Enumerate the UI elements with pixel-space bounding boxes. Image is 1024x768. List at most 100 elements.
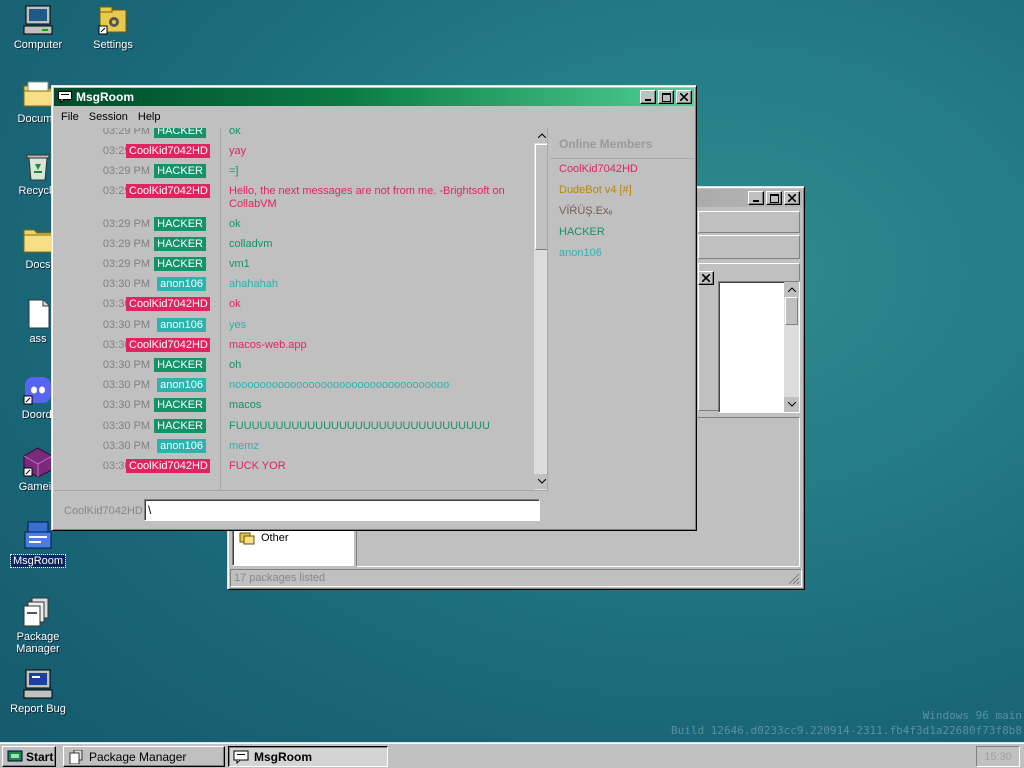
author-badge: CoolKid7042HD xyxy=(126,338,210,352)
task-msgroom[interactable]: MsgRoom xyxy=(228,746,388,767)
desktop-icon-label: Settings xyxy=(93,39,133,51)
author-badge: anon106 xyxy=(157,318,206,332)
desktop-icon-label: Docs xyxy=(25,259,51,271)
chat-log[interactable]: 03:29 PMHACKERok03:29 PMCoolKid7042HDyay… xyxy=(54,128,548,490)
maximize-button[interactable] xyxy=(658,90,674,104)
package-toolbar-row xyxy=(698,235,800,259)
msgroom-titlebar[interactable]: MsgRoom xyxy=(54,88,694,106)
message-author[interactable]: HACKER xyxy=(126,164,210,178)
author-badge: CoolKid7042HD xyxy=(126,144,210,158)
menu-help[interactable]: Help xyxy=(133,111,166,123)
message-author[interactable]: HACKER xyxy=(126,398,210,412)
desktop-icon-label: ass xyxy=(29,333,47,345)
message-author[interactable]: CoolKid7042HD xyxy=(126,459,210,473)
scroll-thumb[interactable] xyxy=(535,144,547,250)
message-author[interactable]: CoolKid7042HD xyxy=(126,184,210,198)
message-text: nooooooooooooooooooooooooooooooooooo xyxy=(229,379,450,391)
online-members-title: Online Members xyxy=(550,128,694,159)
watermark-line: Build 12646.d0233cc9.220914-2311.fb4f3d1… xyxy=(671,724,1022,737)
message-text: ok xyxy=(229,298,241,310)
chat-scrollbar[interactable] xyxy=(534,128,547,490)
scroll-up-button[interactable] xyxy=(534,128,547,143)
msgroom-body: 03:29 PMHACKERok03:29 PMCoolKid7042HDyay… xyxy=(54,128,694,528)
clock-text: 15:30 xyxy=(984,750,1012,763)
desktop: Computer Settings Docume Recycle Docs as… xyxy=(0,0,1024,742)
chat-divider xyxy=(220,128,221,490)
message-author[interactable]: HACKER xyxy=(126,217,210,231)
list-item[interactable]: Other xyxy=(239,531,289,545)
message-author[interactable]: anon106 xyxy=(126,318,210,332)
message-text: ok xyxy=(229,218,241,230)
desktop-icon-settings[interactable]: Settings xyxy=(75,4,151,51)
status-bar: 17 packages listed xyxy=(230,569,802,587)
task-label: Package Manager xyxy=(89,749,187,764)
msgroom-icon xyxy=(22,520,54,552)
minimize-button[interactable] xyxy=(748,191,764,205)
category-label: Other xyxy=(261,532,289,544)
message-text: macos xyxy=(229,399,262,411)
message-composer: CoolKid7042HD xyxy=(54,490,548,528)
scroll-up-button[interactable] xyxy=(784,282,799,297)
start-logo-icon xyxy=(7,750,23,761)
package-icon xyxy=(22,596,54,628)
message-author[interactable]: CoolKid7042HD xyxy=(126,338,210,352)
author-badge: anon106 xyxy=(157,378,206,392)
close-icon[interactable] xyxy=(676,90,692,104)
desktop-icon-computer[interactable]: Computer xyxy=(0,4,76,51)
member-item[interactable]: VΪŔÜŞ.Exₑ xyxy=(550,201,694,222)
author-badge: HACKER xyxy=(154,398,206,412)
message-author[interactable]: HACKER xyxy=(126,237,210,251)
member-item[interactable]: HACKER xyxy=(550,222,694,243)
message-author[interactable]: HACKER xyxy=(126,128,210,138)
message-text: vm1 xyxy=(229,258,250,270)
taskbar: Start Package Manager MsgRoom 15:30 xyxy=(0,742,1024,768)
message-text: colladvm xyxy=(229,238,273,250)
author-badge: HACKER xyxy=(154,217,206,231)
window-title: MsgRoom xyxy=(76,90,134,104)
message-input[interactable] xyxy=(144,499,540,521)
scroll-down-button[interactable] xyxy=(534,474,547,489)
message-text: FUUUUUUUUUUUUUUUUUUUUUUUUUUUUUUUU xyxy=(229,420,490,432)
member-item[interactable]: CoolKid7042HD xyxy=(550,159,694,180)
author-badge: CoolKid7042HD xyxy=(126,459,210,473)
member-item[interactable]: anon106 xyxy=(550,243,694,264)
menu-session[interactable]: Session xyxy=(84,111,133,123)
watermark-line: Windows 96 main xyxy=(922,709,1022,722)
message-author[interactable]: CoolKid7042HD xyxy=(126,297,210,311)
close-details-button[interactable] xyxy=(698,271,714,285)
message-author[interactable]: HACKER xyxy=(126,257,210,271)
message-author[interactable]: anon106 xyxy=(126,378,210,392)
package-scrollbar[interactable] xyxy=(784,282,799,412)
msgroom-window[interactable]: MsgRoom File Session Help 03:29 PM HACKER… xyxy=(51,85,697,531)
start-button[interactable]: Start xyxy=(2,746,56,767)
task-package-manager[interactable]: Package Manager xyxy=(63,746,225,767)
author-badge: HACKER xyxy=(154,237,206,251)
desktop-icon-report-bug[interactable]: Report Bug xyxy=(0,668,76,715)
message-text: =] xyxy=(229,165,239,177)
message-author[interactable]: anon106 xyxy=(126,277,210,291)
package-category-icon xyxy=(239,532,255,545)
author-badge: anon106 xyxy=(157,439,206,453)
message-author[interactable]: HACKER xyxy=(126,358,210,372)
computer-icon xyxy=(22,4,54,36)
resize-grip-icon[interactable] xyxy=(788,573,800,585)
maximize-button[interactable] xyxy=(766,191,782,205)
message-text: ahahahah xyxy=(229,278,278,290)
message-author[interactable]: CoolKid7042HD xyxy=(126,144,210,158)
scroll-down-button[interactable] xyxy=(784,397,799,412)
message-text: yes xyxy=(229,319,247,331)
desktop-icon-package-manager[interactable]: Package Manager xyxy=(0,596,76,655)
package-toolbar-row xyxy=(698,211,800,233)
minimize-button[interactable] xyxy=(640,90,656,104)
close-icon[interactable] xyxy=(784,191,800,205)
author-badge: CoolKid7042HD xyxy=(126,297,210,311)
member-item[interactable]: DudeBot v4 [#] xyxy=(550,180,694,201)
message-text: Hello, the next messages are not from me… xyxy=(229,185,505,210)
desktop-icon-label: Package Manager xyxy=(16,631,60,655)
message-author[interactable]: anon106 xyxy=(126,439,210,453)
system-clock[interactable]: 15:30 xyxy=(976,746,1020,767)
scroll-thumb[interactable] xyxy=(785,297,798,325)
message-author[interactable]: HACKER xyxy=(126,419,210,433)
report-bug-icon xyxy=(22,668,54,700)
menu-file[interactable]: File xyxy=(56,111,84,123)
